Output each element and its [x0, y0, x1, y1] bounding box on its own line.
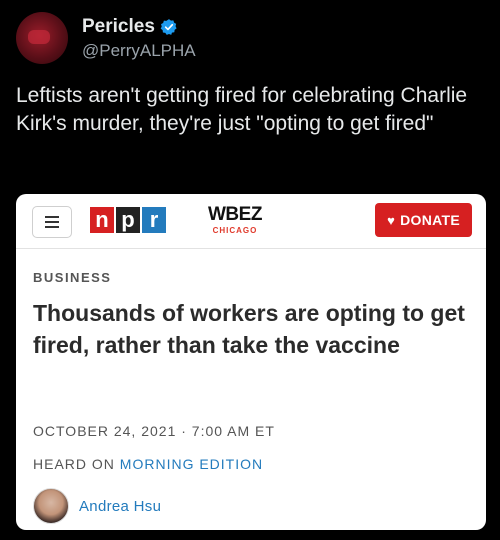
article-dateline: OCTOBER 24, 2021 · 7:00 AM ET: [33, 423, 275, 439]
display-name[interactable]: Pericles: [82, 16, 155, 38]
hamburger-icon: [45, 216, 59, 218]
npr-logo[interactable]: n p r: [90, 207, 166, 233]
article-card[interactable]: n p r WBEZ CHICAGO ♥ DONATE BUSINESS Tho…: [16, 194, 486, 530]
heard-on-show-link[interactable]: MORNING EDITION: [120, 456, 263, 472]
heart-icon: ♥: [387, 212, 396, 228]
section-label[interactable]: BUSINESS: [33, 270, 111, 285]
donate-button[interactable]: ♥ DONATE: [375, 203, 472, 237]
npr-logo-p: p: [116, 207, 140, 233]
author-byline[interactable]: Andrea Hsu: [33, 488, 161, 524]
wbez-station-name: WBEZ: [208, 204, 262, 225]
article-headline: Thousands of workers are opting to get f…: [33, 300, 465, 358]
npr-logo-n: n: [90, 207, 114, 233]
tweet-header: Pericles @PerryALPHA: [16, 12, 196, 64]
hamburger-icon-line: [45, 226, 59, 228]
wbez-station-city: CHICAGO: [212, 226, 258, 235]
npr-logo-r: r: [142, 207, 166, 233]
menu-button[interactable]: [32, 206, 72, 238]
heard-on-line: HEARD ON MORNING EDITION: [33, 456, 263, 472]
author-name[interactable]: Andrea Hsu: [79, 498, 161, 515]
tweet-text: Leftists aren't getting fired for celebr…: [16, 84, 468, 135]
user-names: Pericles @PerryALPHA: [82, 16, 196, 61]
hamburger-icon-line: [45, 221, 59, 223]
verified-badge-icon: [160, 18, 177, 35]
article-card-header: n p r WBEZ CHICAGO ♥ DONATE: [16, 194, 486, 249]
user-avatar[interactable]: [16, 12, 68, 64]
author-avatar: [33, 488, 69, 524]
user-handle[interactable]: @PerryALPHA: [82, 41, 196, 61]
display-name-row[interactable]: Pericles: [82, 16, 196, 38]
donate-label: DONATE: [400, 212, 460, 228]
wbez-logo[interactable]: WBEZ CHICAGO: [208, 204, 262, 235]
heard-on-prefix: HEARD ON: [33, 456, 115, 472]
